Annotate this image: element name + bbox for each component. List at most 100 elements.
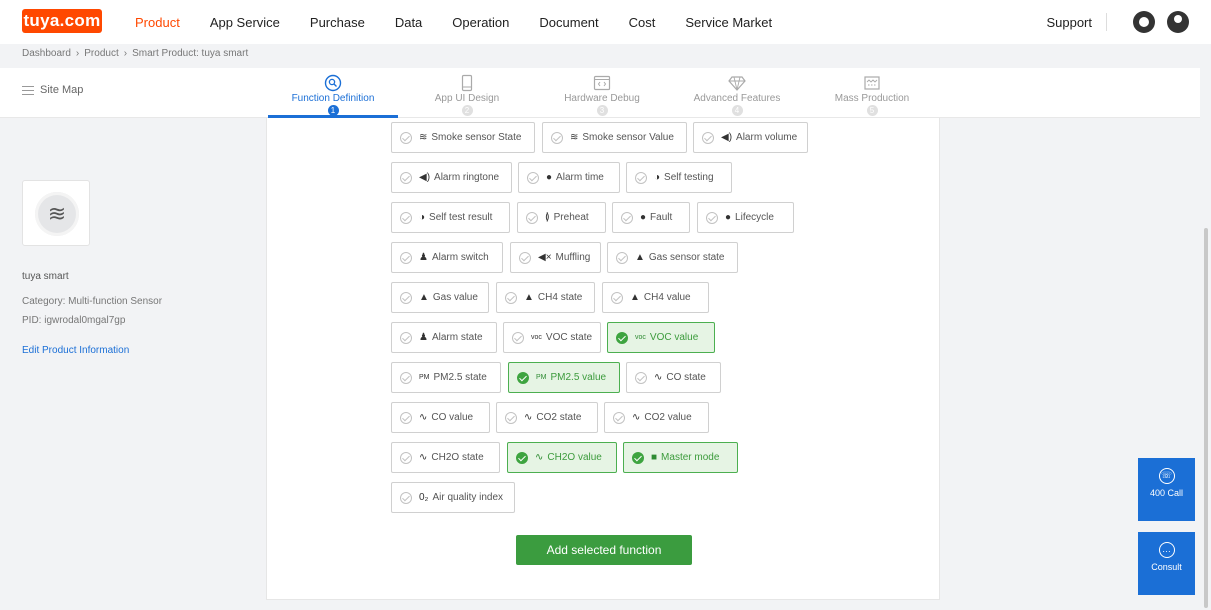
user-avatar-icon[interactable]	[1167, 11, 1189, 33]
add-selected-function-button[interactable]: Add selected function	[516, 535, 692, 565]
edit-product-link[interactable]: Edit Product Information	[22, 345, 129, 356]
function-chip[interactable]: ◀) Alarm volume	[693, 122, 808, 153]
nav-cost[interactable]: Cost	[629, 15, 656, 30]
function-label: VOC value	[649, 332, 699, 343]
function-chip[interactable]: ≋ Smoke sensor Value	[542, 122, 687, 153]
nav-product[interactable]: Product	[135, 15, 180, 30]
function-label: Preheat	[553, 212, 589, 223]
function-chip[interactable]: ≬ Preheat	[517, 202, 606, 233]
function-icon: ◑	[654, 172, 661, 183]
check-icon	[400, 491, 412, 504]
function-icon: ●	[640, 212, 647, 223]
step-label: Hardware Debug	[564, 93, 640, 104]
function-icon: ●	[546, 172, 553, 183]
support-link[interactable]: Support	[1046, 15, 1092, 30]
nav-document[interactable]: Document	[539, 15, 598, 30]
function-definition-icon	[324, 74, 342, 92]
step-hardware-debug[interactable]: Hardware Debug 3	[537, 74, 667, 116]
function-chip[interactable]: ≋ Smoke sensor State	[391, 122, 535, 153]
function-chip[interactable]: ◑ Self test result	[391, 202, 510, 233]
function-chip[interactable]: ∿ CO state	[626, 362, 721, 393]
check-icon	[512, 331, 524, 344]
consult-button[interactable]: … Consult	[1138, 532, 1195, 595]
function-label: Alarm switch	[431, 252, 489, 263]
nav-app-service[interactable]: App Service	[210, 15, 280, 30]
step-advanced-features[interactable]: Advanced Features 4	[672, 74, 802, 116]
function-chip-selected[interactable]: ∿ CH2O value	[507, 442, 617, 473]
air-sensor-icon: ≋	[35, 192, 79, 236]
pm25-icon: PM	[419, 374, 430, 381]
function-label: Smoke sensor Value	[582, 132, 674, 143]
function-chip[interactable]: ◀× Muffling	[510, 242, 601, 273]
function-chip-selected[interactable]: PM PM2.5 value	[508, 362, 620, 393]
product-pid: PID: igwrodal0mgal7gp	[22, 315, 126, 326]
function-chip[interactable]: ▲ CH4 state	[496, 282, 595, 313]
function-chip-selected[interactable]: voc VOC value	[607, 322, 715, 353]
nav-service-market[interactable]: Service Market	[685, 15, 772, 30]
function-chip[interactable]: PM PM2.5 state	[391, 362, 501, 393]
step-function-definition[interactable]: Function Definition 1	[268, 74, 398, 116]
function-label: Air quality index	[432, 492, 504, 503]
nav-operation[interactable]: Operation	[452, 15, 509, 30]
function-label: CH4 state	[537, 292, 583, 303]
step-label: Advanced Features	[693, 93, 781, 104]
check-icon	[400, 131, 412, 144]
function-chip[interactable]: ∿ CO2 state	[496, 402, 598, 433]
function-chip[interactable]: ◀) Alarm ringtone	[391, 162, 512, 193]
step-mass-production[interactable]: Mass Production 5	[807, 74, 937, 116]
step-label: App UI Design	[434, 93, 500, 104]
check-icon	[635, 371, 647, 384]
function-label: Self test result	[429, 212, 493, 223]
voc-icon: voc	[531, 334, 542, 341]
gas-icon: ∿	[419, 412, 428, 423]
step-number: 2	[461, 105, 473, 116]
bell-icon: ♟	[419, 252, 428, 263]
function-chip[interactable]: ∿ CO2 value	[604, 402, 709, 433]
diamond-icon	[728, 76, 746, 91]
breadcrumb-product[interactable]: Product	[84, 48, 118, 59]
function-chip[interactable]: ▲ Gas value	[391, 282, 489, 313]
step-app-ui-design[interactable]: App UI Design 2	[402, 74, 532, 116]
check-icon	[635, 171, 647, 184]
function-label: Master mode	[661, 452, 720, 463]
function-chip[interactable]: voc VOC state	[503, 322, 601, 353]
flame-icon: ▲	[630, 292, 640, 303]
function-label: Gas value	[432, 292, 478, 303]
call-button[interactable]: ☏ 400 Call	[1138, 458, 1195, 521]
scrollbar[interactable]	[1204, 228, 1208, 608]
site-map-button[interactable]: Site Map	[22, 84, 83, 96]
function-chip[interactable]: ▲ Gas sensor state	[607, 242, 738, 273]
function-chip[interactable]: ● Fault	[612, 202, 690, 233]
function-chip[interactable]: 0₂ Air quality index	[391, 482, 515, 513]
tuya-logo[interactable]: tuya.com	[22, 9, 102, 33]
nav-data[interactable]: Data	[395, 15, 422, 30]
function-chip[interactable]: ● Alarm time	[518, 162, 620, 193]
function-chip-selected[interactable]: ■ Master mode	[623, 442, 738, 473]
code-window-icon	[593, 75, 611, 91]
steps-bar: Site Map Function Definition 1 App UI De…	[0, 68, 1200, 118]
function-label: Fault	[650, 212, 673, 223]
chat-icon: …	[1158, 542, 1175, 558]
function-label: Gas sensor state	[648, 252, 725, 263]
function-label: Muffling	[555, 252, 591, 263]
message-icon[interactable]	[1133, 11, 1155, 33]
check-icon	[400, 331, 412, 344]
product-image: ≋	[22, 180, 90, 246]
flame-icon: ▲	[635, 252, 645, 263]
function-label: Alarm volume	[736, 132, 798, 143]
function-chip[interactable]: ∿ CH2O state	[391, 442, 500, 473]
function-chip[interactable]: ▲ CH4 value	[602, 282, 709, 313]
function-chip[interactable]: ♟ Alarm state	[391, 322, 497, 353]
function-chip[interactable]: ♟ Alarm switch	[391, 242, 503, 273]
check-icon	[702, 131, 714, 144]
function-chip[interactable]: ∿ CO value	[391, 402, 490, 433]
oxygen-icon: 0₂	[419, 492, 429, 503]
function-icon: ◀)	[419, 172, 431, 183]
breadcrumb-dashboard[interactable]: Dashboard	[22, 48, 71, 59]
nav-purchase[interactable]: Purchase	[310, 15, 365, 30]
function-chip[interactable]: ◑ Self testing	[626, 162, 732, 193]
product-info-panel: ≋ tuya smart Category: Multi-function Se…	[0, 118, 175, 610]
function-label: CO state	[666, 372, 706, 383]
function-chip[interactable]: ● Lifecycle	[697, 202, 794, 233]
function-label: Alarm state	[431, 332, 483, 343]
